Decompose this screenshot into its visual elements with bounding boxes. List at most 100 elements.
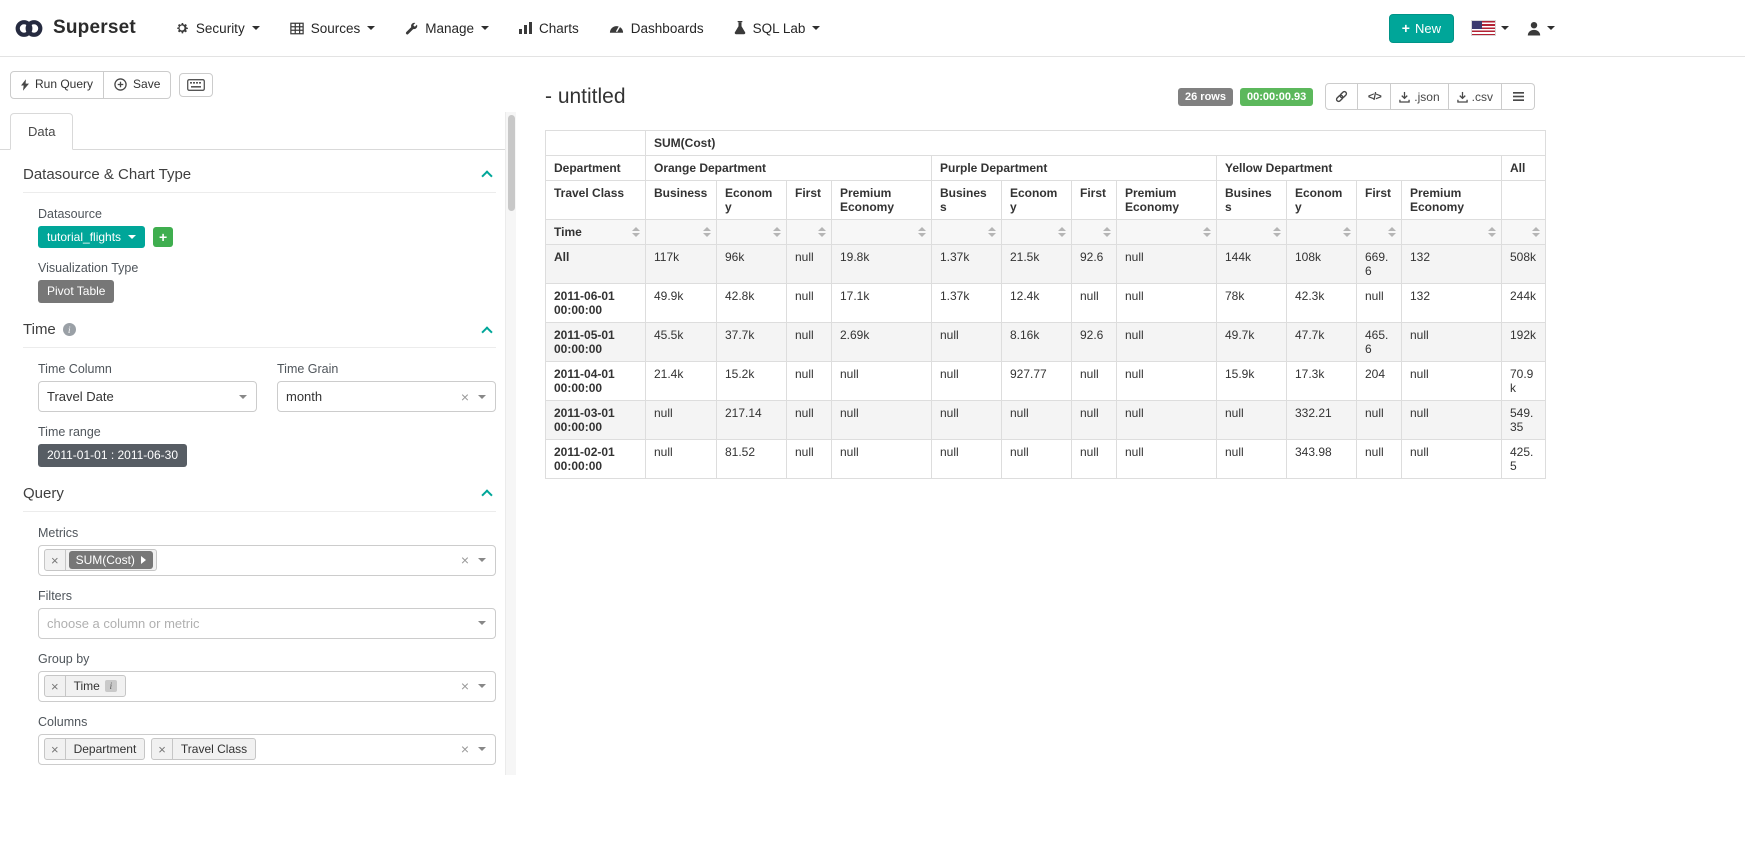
chevron-down-icon — [812, 26, 820, 30]
share-link-button[interactable] — [1325, 83, 1358, 110]
clear-icon[interactable]: × — [461, 742, 469, 756]
pivot-row: 2011-02-01 00:00:00null81.52nullnullnull… — [546, 440, 1546, 479]
pivot-col-sort[interactable] — [1402, 220, 1502, 245]
superset-brand[interactable]: Superset — [14, 17, 136, 39]
pivot-row-label: 2011-03-01 00:00:00 — [546, 401, 646, 440]
section-query-header[interactable]: Query — [23, 485, 496, 512]
language-selector[interactable] — [1472, 21, 1509, 35]
pivot-col-sort[interactable] — [646, 220, 717, 245]
chevron-down-icon — [481, 26, 489, 30]
pivot-value-cell: 49.7k — [1217, 323, 1287, 362]
groupby-select[interactable]: × Time i × — [38, 671, 496, 702]
nav-item-dashboards[interactable]: Dashboards — [594, 0, 719, 56]
pivot-class-header: First — [1072, 181, 1117, 220]
nav-item-charts[interactable]: Charts — [504, 0, 594, 56]
pivot-department-group: All — [1502, 156, 1546, 181]
bolt-icon — [21, 79, 29, 91]
pivot-col-sort[interactable] — [832, 220, 932, 245]
time-grain-select[interactable]: month × — [277, 381, 496, 412]
user-menu[interactable] — [1527, 21, 1555, 36]
pivot-sort-row: Time — [546, 220, 1546, 245]
pivot-col-sort[interactable] — [1072, 220, 1117, 245]
tab-data[interactable]: Data — [10, 113, 73, 150]
pivot-value-cell: null — [932, 323, 1002, 362]
remove-tag-icon[interactable]: × — [45, 676, 66, 696]
nav-item-sql-lab[interactable]: SQL Lab — [719, 0, 836, 56]
clear-icon[interactable]: × — [461, 390, 469, 404]
pivot-value-cell: 244k — [1502, 284, 1546, 323]
clear-icon[interactable]: × — [461, 553, 469, 567]
pivot-value-cell: null — [787, 245, 832, 284]
remove-metric-icon[interactable]: × — [45, 550, 66, 570]
pivot-class-header: Premium Economy — [832, 181, 932, 220]
pivot-value-cell: null — [832, 440, 932, 479]
pivot-class-header: Economy — [1002, 181, 1072, 220]
time-column-select[interactable]: Travel Date — [38, 381, 257, 412]
time-range-select[interactable]: 2011-01-01 : 2011-06-30 — [38, 444, 187, 467]
metrics-select[interactable]: × SUM(Cost) × — [38, 545, 496, 576]
chevron-down-icon — [478, 747, 486, 751]
section-time: Time i Time Column Travel Date — [23, 321, 496, 467]
pivot-time-sort[interactable]: Time — [546, 220, 646, 245]
chart-header: - untitled 26 rows 00:00:00.93 </> — [533, 57, 1545, 120]
section-time-header[interactable]: Time i — [23, 321, 496, 348]
view-query-button[interactable]: </> — [1358, 83, 1391, 110]
pivot-col-sort[interactable] — [1117, 220, 1217, 245]
datasource-select[interactable]: tutorial_flights — [38, 226, 145, 249]
datasource-control: Datasource tutorial_flights + — [38, 207, 496, 249]
nav-item-security[interactable]: Security — [160, 0, 275, 56]
viz-type-select[interactable]: Pivot Table — [38, 280, 114, 303]
sort-icon — [632, 227, 640, 237]
time-column-label: Time Column — [38, 362, 257, 376]
row-count-badge: 26 rows — [1178, 88, 1233, 106]
filters-select[interactable]: choose a column or metric — [38, 608, 496, 639]
remove-tag-icon[interactable]: × — [152, 739, 173, 759]
pivot-value-cell: 92.6 — [1072, 245, 1117, 284]
nav-item-sources[interactable]: Sources — [275, 0, 391, 56]
time-grain-control: Time Grain month × — [277, 362, 496, 412]
run-query-button[interactable]: Run Query — [10, 71, 104, 99]
pivot-col-sort[interactable] — [1287, 220, 1357, 245]
pivot-value-cell: null — [1402, 401, 1502, 440]
pivot-class-header: First — [1357, 181, 1402, 220]
sort-icon — [1488, 227, 1496, 237]
pivot-col-sort[interactable] — [717, 220, 787, 245]
menu-button[interactable] — [1502, 83, 1535, 110]
pivot-value-cell: null — [1357, 284, 1402, 323]
chart-title[interactable]: - untitled — [545, 85, 626, 109]
export-csv-button[interactable]: .csv — [1449, 83, 1502, 110]
pivot-col-sort[interactable] — [1357, 220, 1402, 245]
pivot-value-cell: null — [1117, 440, 1217, 479]
remove-tag-icon[interactable]: × — [45, 739, 66, 759]
pivot-col-sort[interactable] — [1002, 220, 1072, 245]
pivot-row: All117k96knull19.8k1.37k21.5k92.6null144… — [546, 245, 1546, 284]
section-datasource-header[interactable]: Datasource & Chart Type — [23, 166, 496, 193]
metric-badge[interactable]: SUM(Cost) — [69, 551, 153, 569]
add-datasource-button[interactable]: + — [153, 227, 173, 247]
export-json-button[interactable]: .json — [1391, 83, 1448, 110]
pivot-department-group: Purple Department — [932, 156, 1217, 181]
pivot-value-cell: null — [787, 362, 832, 401]
pivot-value-cell: 343.98 — [1287, 440, 1357, 479]
pivot-col-sort[interactable] — [1502, 220, 1546, 245]
pivot-value-cell: 42.8k — [717, 284, 787, 323]
keyboard-shortcuts-button[interactable] — [179, 73, 213, 97]
save-button[interactable]: Save — [104, 71, 171, 99]
nav-item-label: Sources — [311, 21, 361, 36]
pivot-col-sort[interactable] — [787, 220, 832, 245]
pivot-col-sort[interactable] — [932, 220, 1002, 245]
pivot-row: 2011-03-01 00:00:00null217.14nullnullnul… — [546, 401, 1546, 440]
panel-scrollbar[interactable] — [505, 112, 516, 775]
scrollbar-thumb[interactable] — [508, 115, 515, 211]
pivot-value-cell: 21.4k — [646, 362, 717, 401]
pivot-value-cell: 117k — [646, 245, 717, 284]
new-button[interactable]: + New — [1389, 14, 1454, 43]
nav-item-manage[interactable]: Manage — [390, 0, 504, 56]
pivot-col-sort[interactable] — [1217, 220, 1287, 245]
us-flag-icon — [1472, 21, 1495, 35]
sort-icon — [818, 227, 826, 237]
pivot-class-label: Travel Class — [546, 181, 646, 220]
clear-icon[interactable]: × — [461, 679, 469, 693]
pivot-value-cell: null — [1117, 362, 1217, 401]
columns-select[interactable]: × Department × Travel Class × — [38, 734, 496, 765]
